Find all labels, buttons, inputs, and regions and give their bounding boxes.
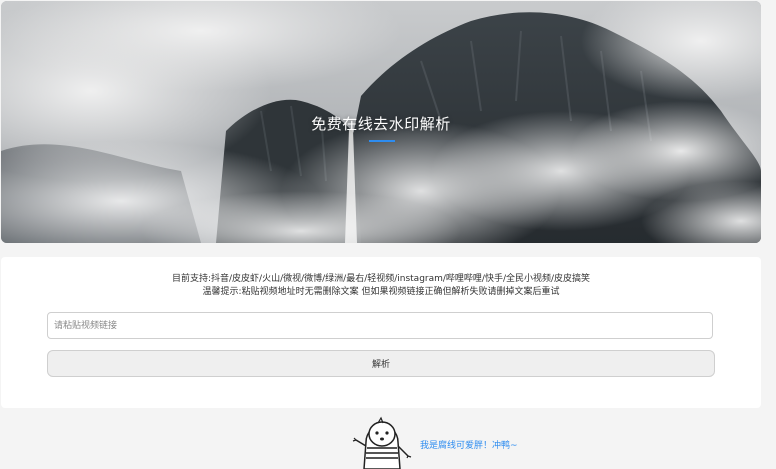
cartoon-mascot-icon bbox=[352, 416, 412, 469]
title-underline bbox=[369, 140, 395, 142]
supported-platforms-text: 目前支持:抖音/皮皮虾/火山/微视/微博/绿洲/最右/轻视频/instagram… bbox=[171, 274, 591, 284]
mascot-caption: 我是腐线可爱胖！冲鸭~ bbox=[420, 441, 518, 451]
parse-panel: 目前支持:抖音/皮皮虾/火山/微视/微博/绿洲/最右/轻视频/instagram… bbox=[1, 257, 761, 408]
tip-text: 温馨提示:粘贴视频地址时无需删除文案 但如果视频链接正确但解析失败请删掉文案后重… bbox=[202, 287, 560, 297]
video-url-input[interactable] bbox=[47, 312, 713, 339]
page-title: 免费在线去水印解析 bbox=[311, 115, 451, 133]
hero-banner: 免费在线去水印解析 bbox=[1, 1, 761, 243]
parse-button[interactable]: 解析 bbox=[47, 350, 715, 377]
